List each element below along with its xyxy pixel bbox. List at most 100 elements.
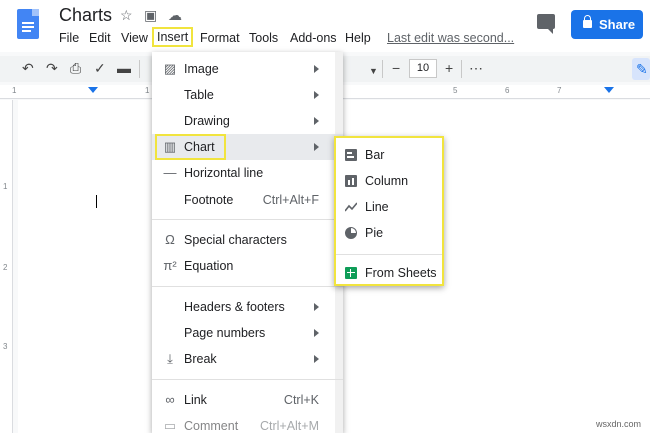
chart-icon: ▥ [163,139,177,154]
pi-icon: π² [163,258,177,273]
comment-history-icon[interactable] [537,14,555,34]
share-button[interactable]: Share [571,10,643,39]
header: Charts ☆ ▣ ☁ File Edit View Insert Forma… [0,0,650,52]
column-chart-icon [345,175,357,187]
print-icon[interactable]: ⎙ [70,61,81,75]
cloud-saved-icon[interactable]: ☁ [168,8,182,22]
menu-view[interactable]: View [121,31,148,45]
menu-item-label: Equation [184,259,234,273]
chart-option-label: Column [365,174,409,188]
shortcut-label: Ctrl+K [283,393,319,407]
menu-item-headers-footers[interactable]: Headers & footers [152,294,343,320]
docs-logo-icon[interactable] [17,9,39,39]
redo-icon[interactable]: ↷ [46,61,58,75]
chart-option-column[interactable]: Column [336,168,442,194]
last-edit-link[interactable]: Last edit was second... [387,31,514,45]
menu-tools[interactable]: Tools [249,31,278,45]
chart-option-bar[interactable]: Bar [336,142,442,168]
watermark: wsxdn.com [596,419,642,429]
bar-chart-icon [345,149,357,161]
increase-font-size-icon[interactable]: + [445,61,453,75]
share-label: Share [599,17,636,32]
menu-item-label: Break [184,352,217,366]
line-chart-icon [345,202,357,212]
menu-item-equation[interactable]: π² Equation [152,253,343,279]
lock-icon [583,15,592,28]
paint-format-icon[interactable]: ▬ [117,61,131,75]
pie-chart-icon [345,227,357,239]
menu-item-break[interactable]: ⤓ Break [152,346,343,372]
right-indent-marker-icon[interactable] [604,87,614,93]
menu-item-horizontal-line[interactable]: — Horizontal line [152,160,343,186]
chart-option-line[interactable]: Line [336,194,442,220]
chart-option-label: From Sheets [365,266,437,280]
menu-item-label: Special characters [184,233,287,247]
menu-item-drawing[interactable]: Drawing [152,108,343,134]
menu-divider [152,219,343,220]
menu-edit[interactable]: Edit [89,31,111,45]
menu-help[interactable]: Help [345,31,371,45]
toolbar-divider [382,60,383,78]
submenu-arrow-icon [314,355,319,363]
chart-option-pie[interactable]: Pie [336,220,442,246]
menu-item-label: Comment [184,419,239,433]
break-icon: ⤓ [167,351,173,366]
menu-item-link[interactable]: ∞ Link Ctrl+K [152,387,343,413]
sheets-icon [345,267,357,279]
document-title[interactable]: Charts [59,5,112,26]
chart-option-from-sheets[interactable]: From Sheets [336,260,442,286]
menu-item-page-numbers[interactable]: Page numbers [152,320,343,346]
font-size-input[interactable]: 10 [409,59,437,78]
submenu-arrow-icon [314,91,319,99]
menu-item-label: Footnote [184,193,234,207]
menu-item-label: Image [184,62,219,76]
menu-item-chart[interactable]: ▥ Chart [152,134,343,160]
toolbar-divider [139,60,140,78]
menu-item-label: Link [184,393,207,407]
toolbar-divider [461,60,462,78]
star-icon[interactable]: ☆ [120,8,133,22]
shortcut-label: Ctrl+Alt+F [262,193,319,207]
horizontal-line-icon: — [163,165,177,180]
menu-item-table[interactable]: Table [152,82,343,108]
spellcheck-icon[interactable]: ✓ [94,61,106,75]
menu-format[interactable]: Format [200,31,240,45]
menu-item-label: Table [184,88,214,102]
left-indent-marker-icon[interactable] [88,87,98,93]
undo-icon[interactable]: ↶ [22,61,34,75]
ruler-label: 6 [505,86,510,95]
menu-divider [336,254,442,255]
decrease-font-size-icon[interactable]: − [392,61,400,75]
menu-addons[interactable]: Add-ons [290,31,337,45]
menu-item-special-characters[interactable]: Ω Special characters [152,227,343,253]
submenu-arrow-icon [314,143,319,151]
vertical-ruler-label: 3 [3,342,8,351]
submenu-arrow-icon [314,329,319,337]
shortcut-label: Ctrl+Alt+M [259,419,319,433]
more-options-icon[interactable]: ⋯ [469,61,483,75]
menu-item-label: Page numbers [184,326,266,340]
ruler-label: 7 [557,86,562,95]
image-icon: ▨ [163,61,177,76]
chart-option-label: Bar [365,148,385,162]
submenu-arrow-icon [314,117,319,125]
omega-icon: Ω [165,232,175,247]
menu-item-label: Drawing [184,114,230,128]
menu-file[interactable]: File [59,31,79,45]
submenu-arrow-icon [314,303,319,311]
editing-mode-icon[interactable]: ✎ [632,58,650,80]
vertical-ruler-label: 2 [3,263,8,272]
text-cursor [96,195,97,208]
ruler-label: 5 [453,86,458,95]
menu-item-label: Horizontal line [184,166,264,180]
menu-item-image[interactable]: ▨ Image [152,56,343,82]
menu-item-comment[interactable]: ▭ Comment Ctrl+Alt+M [152,413,343,433]
menu-item-footnote[interactable]: Footnote Ctrl+Alt+F [152,187,343,213]
ruler-label: 1 [12,86,17,95]
menu-insert[interactable]: Insert [152,27,194,47]
dropdown-caret-icon[interactable]: ▼ [369,64,378,78]
comment-icon: ▭ [163,418,177,433]
menu-item-label: Headers & footers [184,300,285,314]
move-folder-icon[interactable]: ▣ [144,8,157,22]
chart-option-label: Pie [365,226,384,240]
